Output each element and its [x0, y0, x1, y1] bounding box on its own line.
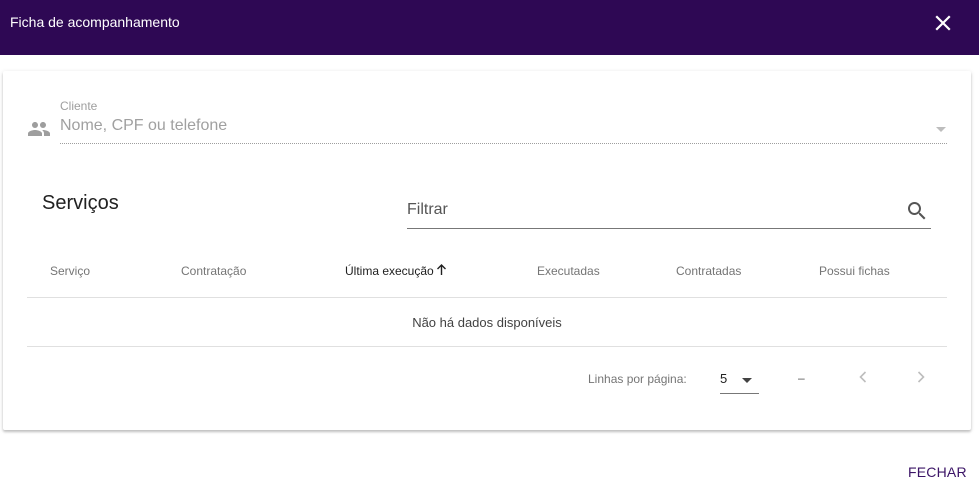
- client-field[interactable]: Cliente Nome, CPF ou telefone: [27, 99, 947, 145]
- pagination: Linhas por página: 5 –: [27, 363, 947, 394]
- column-ultima-execucao[interactable]: Última execução: [345, 264, 447, 278]
- client-underline: [60, 143, 947, 144]
- client-label: Cliente: [60, 99, 98, 113]
- column-executadas[interactable]: Executadas: [537, 264, 600, 278]
- table-header: Serviço Contratação Última execução Exec…: [27, 246, 947, 298]
- content-card: Cliente Nome, CPF ou telefone Serviços F…: [3, 71, 971, 430]
- column-servico[interactable]: Serviço: [50, 264, 90, 278]
- services-table: Serviço Contratação Última execução Exec…: [27, 246, 947, 347]
- empty-message: Não há dados disponíveis: [412, 314, 562, 330]
- fechar-button[interactable]: FECHAR: [908, 464, 967, 480]
- dialog: Ficha de acompanhamento Cliente Nome, CP…: [0, 0, 979, 493]
- empty-row: Não há dados disponíveis: [27, 298, 947, 347]
- rows-per-page-select[interactable]: 5: [720, 367, 759, 394]
- dropdown-arrow-icon[interactable]: [935, 123, 947, 135]
- dialog-header: Ficha de acompanhamento: [0, 0, 979, 55]
- arrow-up-icon: [436, 264, 446, 275]
- people-icon: [28, 122, 50, 136]
- filter-label: Filtrar: [407, 201, 448, 218]
- page-range: –: [798, 371, 805, 385]
- rows-per-page-label: Linhas por página:: [588, 372, 687, 386]
- services-title: Serviços: [42, 192, 119, 214]
- search-icon[interactable]: [905, 199, 929, 223]
- column-possui-fichas[interactable]: Possui fichas: [819, 264, 890, 278]
- column-ultima-execucao-label: Última execução: [345, 264, 434, 278]
- filter-input[interactable]: Filtrar: [407, 199, 931, 229]
- column-contratacao[interactable]: Contratação: [181, 264, 246, 278]
- client-input[interactable]: Nome, CPF ou telefone: [60, 117, 227, 135]
- column-contratadas[interactable]: Contratadas: [676, 264, 741, 278]
- chevron-right-icon[interactable]: [911, 367, 931, 387]
- dialog-title: Ficha de acompanhamento: [10, 13, 180, 30]
- chevron-left-icon[interactable]: [853, 367, 873, 387]
- close-icon: [935, 14, 951, 31]
- rows-per-page-value: 5: [720, 371, 728, 386]
- close-button[interactable]: [931, 11, 955, 35]
- dropdown-arrow-icon: [742, 378, 752, 383]
